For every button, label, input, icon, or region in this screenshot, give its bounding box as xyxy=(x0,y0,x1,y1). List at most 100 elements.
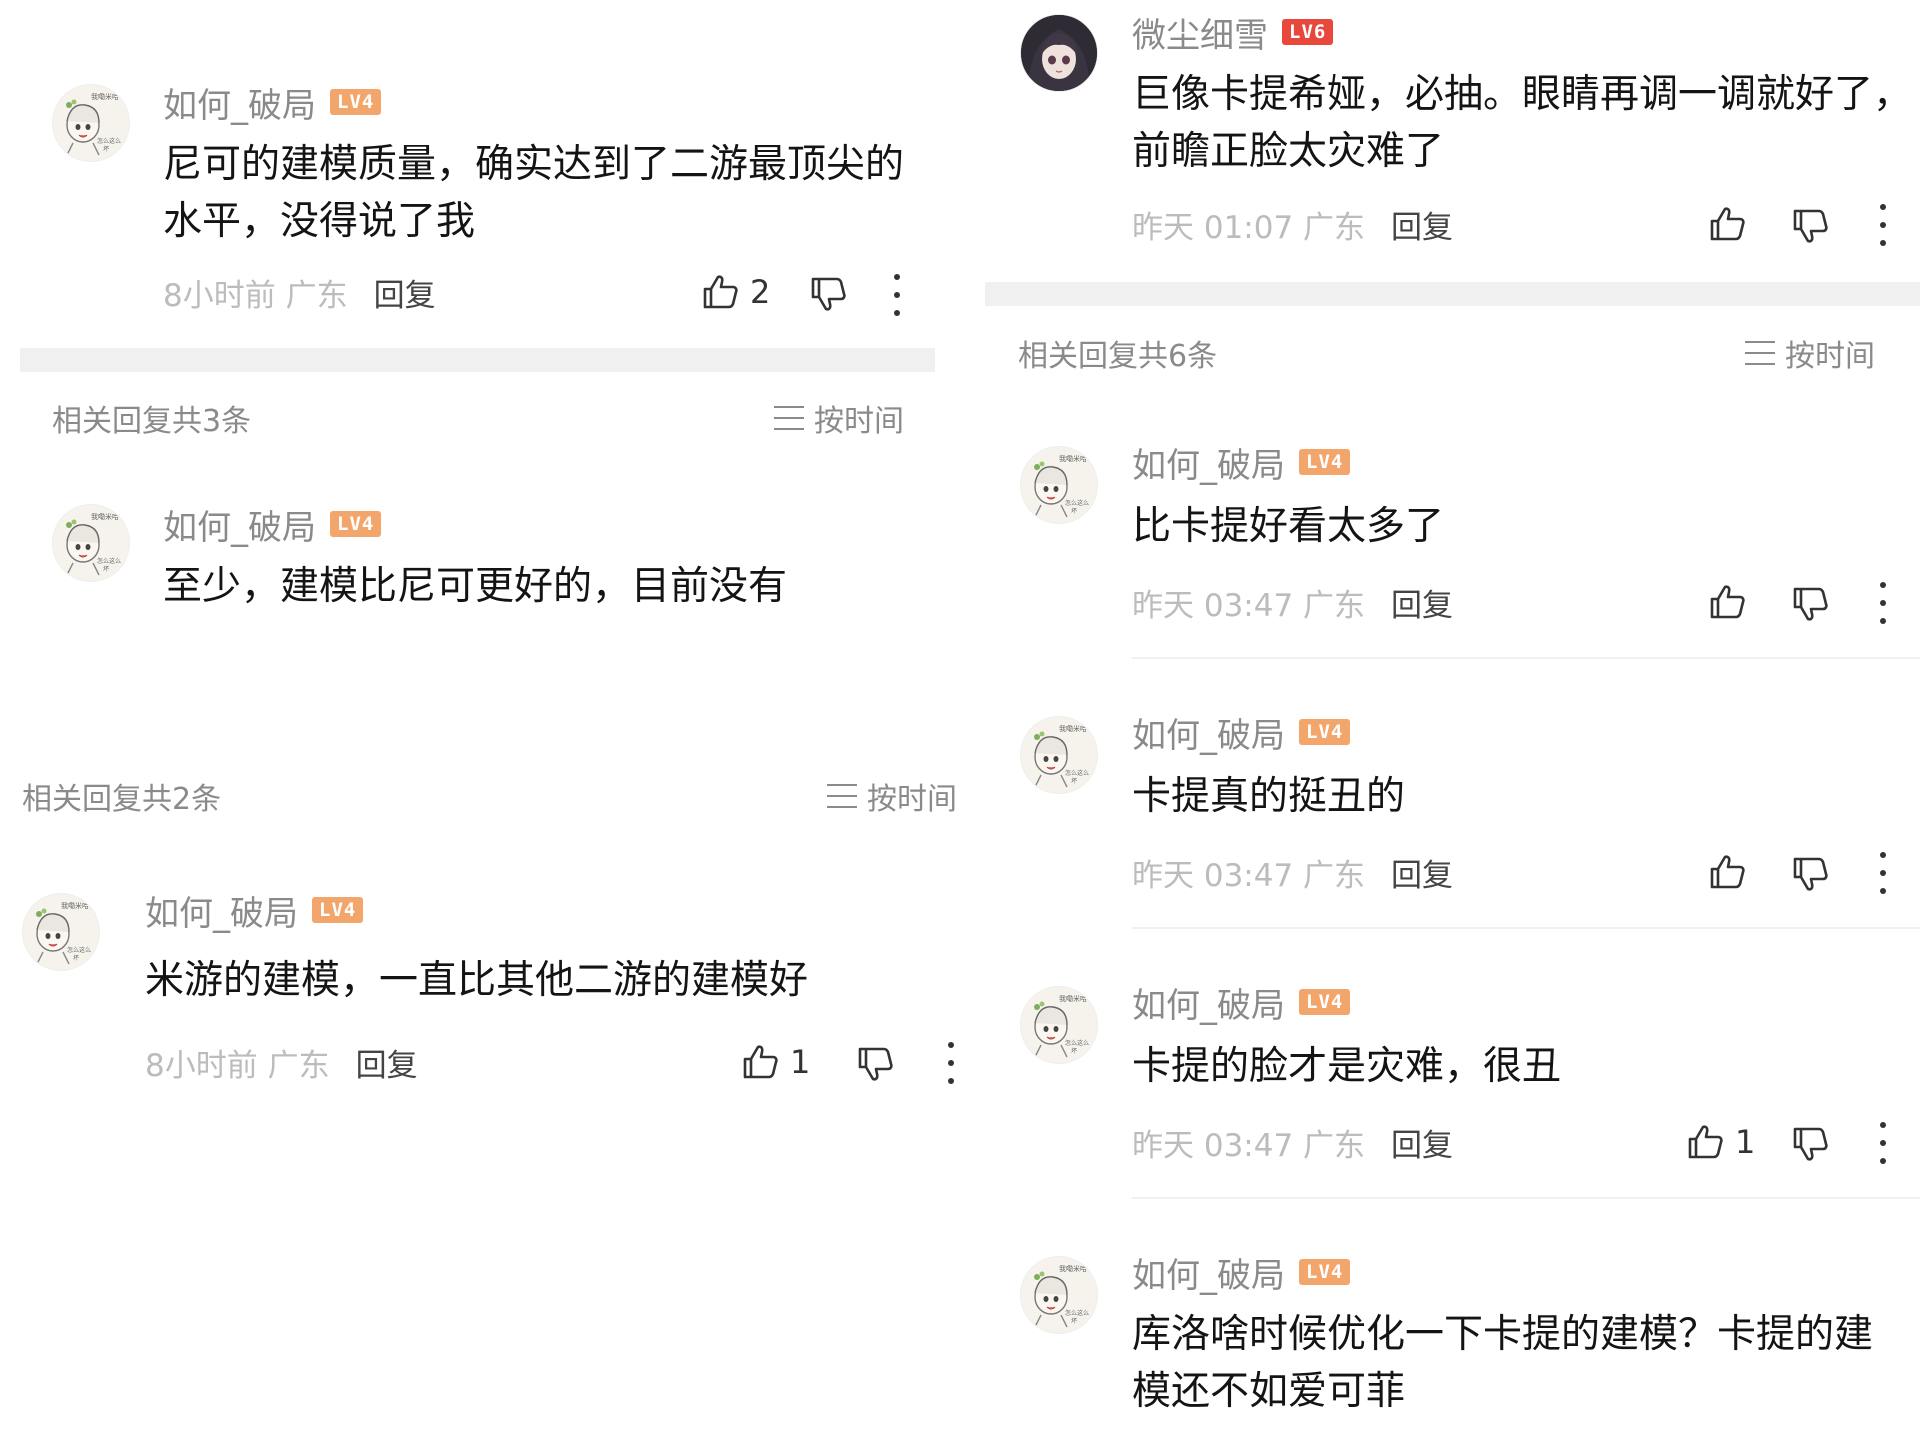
avatar[interactable] xyxy=(52,504,130,582)
username[interactable]: 如何_破局 xyxy=(145,886,298,935)
thumb-up-icon xyxy=(700,272,740,312)
like-button[interactable]: 1 xyxy=(1685,1120,1755,1164)
comment-text-line: 水平，没得说了我 xyxy=(163,199,476,244)
like-button[interactable]: 1 xyxy=(740,1040,810,1084)
like-button[interactable] xyxy=(1707,202,1747,246)
dislike-button[interactable] xyxy=(855,1042,895,1086)
sort-label: 按时间 xyxy=(1785,339,1875,374)
replies-count-title: 相关回复共2条 xyxy=(22,782,222,817)
username[interactable]: 微尘细雪 xyxy=(1132,8,1268,57)
dislike-button[interactable] xyxy=(1790,204,1830,248)
thumb-down-icon xyxy=(1790,584,1830,624)
thumb-down-icon xyxy=(855,1044,895,1084)
reply-button[interactable]: 回复 xyxy=(1391,850,1453,895)
comment-text: 卡提的脸才是灾难，很丑 xyxy=(1132,1044,1562,1089)
dislike-button[interactable] xyxy=(1790,1122,1830,1166)
replies-count-title: 相关回复共3条 xyxy=(52,404,252,439)
sort-by-time-button[interactable]: 按时间 xyxy=(827,774,957,818)
reply-button[interactable]: 回复 xyxy=(1391,580,1453,625)
avatar[interactable] xyxy=(1020,14,1098,92)
dislike-button[interactable] xyxy=(1790,582,1830,626)
like-button[interactable] xyxy=(1707,580,1747,624)
avatar[interactable] xyxy=(22,893,100,971)
avatar-image xyxy=(1021,717,1097,793)
thumb-down-icon xyxy=(1790,206,1830,246)
sort-list-icon xyxy=(774,406,804,430)
avatar-image xyxy=(53,505,129,581)
reply-divider xyxy=(1132,657,1920,659)
more-vertical-icon[interactable] xyxy=(1878,582,1888,624)
comment-text-line: 巨像卡提希娅，必抽。眼睛再调一调就好了， xyxy=(1132,72,1913,117)
avatar-image xyxy=(1021,447,1097,523)
like-button[interactable] xyxy=(1707,850,1747,894)
comment-text: 卡提真的挺丑的 xyxy=(1132,774,1406,819)
sort-by-time-button[interactable]: 按时间 xyxy=(1745,331,1875,375)
replies-header: 相关回复共3条 按时间 xyxy=(52,396,904,440)
comment-time-location: 8小时前 广东 xyxy=(163,277,348,314)
section-divider xyxy=(20,348,935,372)
avatar-image xyxy=(1021,987,1097,1063)
like-button[interactable]: 2 xyxy=(700,270,770,314)
avatar[interactable] xyxy=(1020,446,1098,524)
sort-label: 按时间 xyxy=(814,404,904,439)
comment-time-location: 昨天 03:47 广东 xyxy=(1132,587,1366,624)
dislike-button[interactable] xyxy=(808,272,848,316)
more-vertical-icon[interactable] xyxy=(892,274,902,316)
thumb-down-icon xyxy=(808,274,848,314)
avatar-image xyxy=(53,85,129,161)
level-badge: LV4 xyxy=(330,511,382,537)
dislike-button[interactable] xyxy=(1790,852,1830,896)
sort-by-time-button[interactable]: 按时间 xyxy=(774,396,904,440)
reply-button[interactable]: 回复 xyxy=(374,270,436,315)
username[interactable]: 如何_破局 xyxy=(1132,978,1285,1027)
comment-text: 巨像卡提希娅，必抽。眼睛再调一调就好了， 前瞻正脸太灾难了 xyxy=(1132,66,1920,180)
reply-button[interactable]: 回复 xyxy=(1391,202,1453,247)
reply-divider xyxy=(1132,927,1920,929)
username[interactable]: 如何_破局 xyxy=(1132,708,1285,757)
level-badge: LV6 xyxy=(1282,19,1334,45)
level-badge: LV4 xyxy=(1299,719,1351,745)
more-vertical-icon[interactable] xyxy=(1878,852,1888,894)
comment-text-line: 库洛啥时候优化一下卡提的建模？卡提的建 xyxy=(1132,1312,1874,1357)
replies-count-title: 相关回复共6条 xyxy=(1018,339,1218,374)
replies-header: 相关回复共6条 按时间 xyxy=(1018,331,1875,375)
comment-text-line: 模还不如爱可菲 xyxy=(1132,1369,1406,1414)
username[interactable]: 如何_破局 xyxy=(1132,438,1285,487)
thumb-down-icon xyxy=(1790,854,1830,894)
thumb-up-icon xyxy=(1685,1122,1725,1162)
comment-text: 至少，建模比尼可更好的，目前没有 xyxy=(163,564,788,609)
comment-text: 比卡提好看太多了 xyxy=(1132,504,1445,549)
right-comment-panel: 微尘细雪 LV6 巨像卡提希娅，必抽。眼睛再调一调就好了， 前瞻正脸太灾难了 昨… xyxy=(985,0,1920,1440)
comment-text-line: 尼可的建模质量，确实达到了二游最顶尖的 xyxy=(163,142,905,187)
comment-time-location: 昨天 03:47 广东 xyxy=(1132,857,1366,894)
like-count: 2 xyxy=(750,273,771,311)
username[interactable]: 如何_破局 xyxy=(1132,1248,1285,1297)
avatar-image xyxy=(23,894,99,970)
sort-list-icon xyxy=(827,784,857,808)
more-vertical-icon[interactable] xyxy=(946,1042,956,1084)
more-vertical-icon[interactable] xyxy=(1878,1122,1888,1164)
like-count: 1 xyxy=(1735,1123,1756,1161)
avatar[interactable] xyxy=(52,84,130,162)
comment-time-location: 昨天 03:47 广东 xyxy=(1132,1127,1366,1164)
avatar[interactable] xyxy=(1020,1256,1098,1334)
section-divider xyxy=(985,282,1920,306)
level-badge: LV4 xyxy=(1299,449,1351,475)
sort-list-icon xyxy=(1745,341,1775,365)
avatar-image xyxy=(1021,15,1097,91)
left-comment-panel: 如何_破局 LV4 尼可的建模质量，确实达到了二游最顶尖的 水平，没得说了我 8… xyxy=(0,0,960,1440)
username[interactable]: 如何_破局 xyxy=(163,500,316,549)
reply-button[interactable]: 回复 xyxy=(356,1040,418,1085)
avatar-image xyxy=(1021,1257,1097,1333)
avatar[interactable] xyxy=(1020,986,1098,1064)
reply-button[interactable]: 回复 xyxy=(1391,1120,1453,1165)
more-vertical-icon[interactable] xyxy=(1878,204,1888,246)
thumb-up-icon xyxy=(1707,852,1747,892)
level-badge: LV4 xyxy=(330,89,382,115)
sort-label: 按时间 xyxy=(867,782,957,817)
avatar[interactable] xyxy=(1020,716,1098,794)
username[interactable]: 如何_破局 xyxy=(163,78,316,127)
comment-text: 库洛啥时候优化一下卡提的建模？卡提的建 模还不如爱可菲 xyxy=(1132,1306,1912,1420)
comment-time-location: 昨天 01:07 广东 xyxy=(1132,209,1366,246)
thumb-up-icon xyxy=(740,1042,780,1082)
